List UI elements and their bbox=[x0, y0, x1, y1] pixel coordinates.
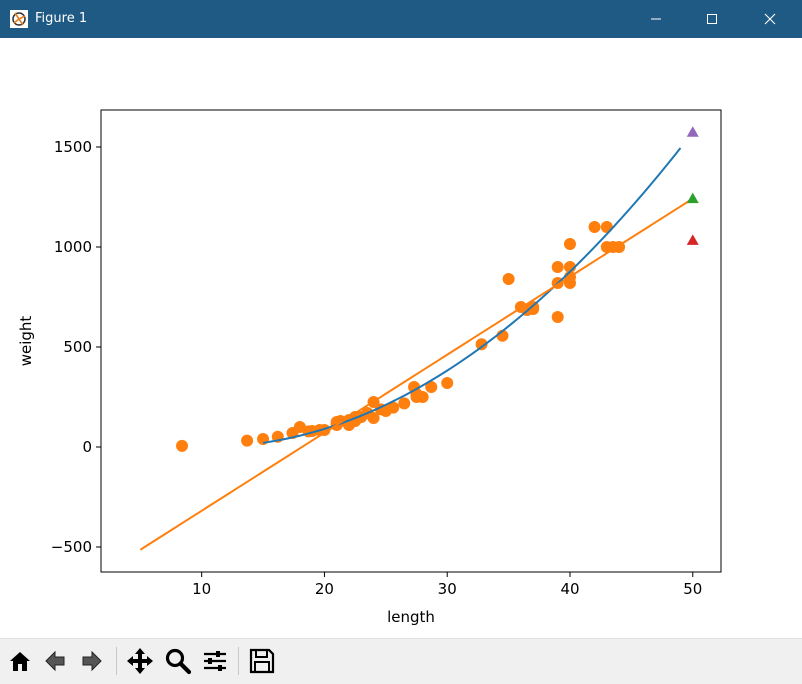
home-icon bbox=[10, 652, 30, 671]
sliders-icon bbox=[204, 651, 226, 671]
scatter-point bbox=[441, 377, 454, 389]
forward-arrow-icon bbox=[82, 650, 102, 672]
y-tick-label: 0 bbox=[82, 438, 92, 456]
minimize-button[interactable] bbox=[633, 0, 679, 38]
y-tick-label: 1000 bbox=[54, 238, 92, 256]
minimize-icon bbox=[651, 18, 661, 20]
x-tick-label: 10 bbox=[192, 580, 211, 598]
toolbar-separator bbox=[238, 647, 239, 675]
scatter-point bbox=[398, 397, 411, 410]
x-tick-label: 50 bbox=[683, 580, 702, 598]
scatter-point bbox=[563, 238, 576, 250]
matplotlib-app-icon bbox=[10, 10, 28, 28]
x-axis-label: length bbox=[387, 608, 435, 626]
x-tick-label: 40 bbox=[560, 580, 579, 598]
linear-fit-line bbox=[139, 197, 694, 551]
home-button[interactable] bbox=[4, 645, 36, 677]
scatter-point bbox=[257, 433, 270, 445]
scatter-point bbox=[176, 439, 189, 452]
triangle-point bbox=[686, 234, 699, 245]
window-titlebar: Figure 1 bbox=[0, 0, 802, 38]
axes-frame bbox=[100, 109, 722, 573]
scatter-point bbox=[600, 221, 613, 233]
quadratic-fit-line bbox=[262, 147, 682, 444]
scatter-point bbox=[241, 434, 254, 447]
y-tick-label: 500 bbox=[63, 338, 92, 356]
configure-subplots-button[interactable] bbox=[199, 645, 231, 677]
y-tick-label: −500 bbox=[51, 538, 92, 556]
zoom-button[interactable] bbox=[162, 645, 194, 677]
scatter-point bbox=[551, 311, 564, 323]
y-axis-label: weight bbox=[17, 316, 35, 367]
maximize-button[interactable] bbox=[689, 0, 735, 38]
chart: 10 20 30 40 50 −500 0 500 1000 1500 length weigh… bbox=[17, 109, 722, 626]
close-icon bbox=[764, 13, 776, 25]
forward-button[interactable] bbox=[76, 645, 108, 677]
back-arrow-icon bbox=[45, 650, 65, 672]
floppy-disk-icon bbox=[249, 648, 275, 674]
pan-button[interactable] bbox=[124, 645, 156, 677]
x-tick-label: 30 bbox=[438, 580, 457, 598]
x-tick-label: 20 bbox=[315, 580, 334, 598]
close-button[interactable] bbox=[747, 0, 793, 38]
y-tick-label: 1500 bbox=[54, 138, 92, 156]
scatter-point bbox=[588, 221, 601, 233]
maximize-icon bbox=[707, 14, 717, 24]
scatter-point bbox=[502, 273, 515, 285]
move-icon bbox=[127, 648, 153, 674]
window-title: Figure 1 bbox=[35, 11, 88, 26]
toolbar-separator bbox=[116, 647, 117, 675]
back-button[interactable] bbox=[39, 645, 71, 677]
navigation-toolbar bbox=[0, 638, 802, 684]
triangle-point bbox=[686, 192, 699, 204]
triangle-point bbox=[686, 126, 699, 137]
scatter-point bbox=[416, 391, 429, 403]
magnifier-icon bbox=[165, 648, 192, 675]
figure-canvas[interactable]: 10 20 30 40 50 −500 0 500 1000 1500 length weigh… bbox=[1, 38, 801, 638]
scatter-point bbox=[551, 261, 564, 273]
save-button[interactable] bbox=[246, 645, 278, 677]
